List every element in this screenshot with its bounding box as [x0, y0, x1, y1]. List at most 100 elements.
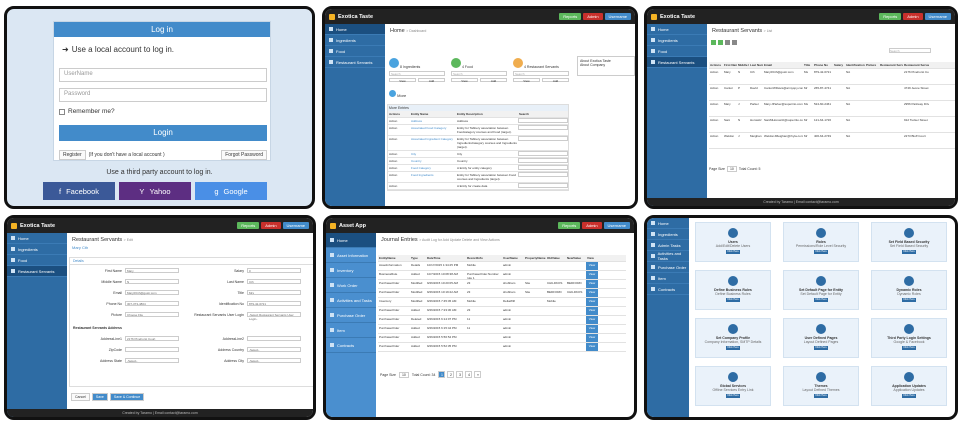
user-button[interactable]: Username	[603, 222, 630, 229]
sidebar-item-home[interactable]: Home	[325, 24, 385, 35]
column-header[interactable]: Middle Name	[737, 62, 749, 68]
column-header[interactable]: Restaurant Servants User Login	[879, 62, 903, 68]
action-button[interactable]: Action	[709, 101, 723, 116]
reports-button[interactable]: Reports	[237, 222, 260, 229]
row-search-input[interactable]	[518, 158, 568, 163]
sidebar-item[interactable]: Item	[326, 323, 376, 338]
page-button[interactable]: 2	[447, 371, 455, 378]
save-button[interactable]: Save	[91, 393, 108, 401]
entity-name[interactable]: Address	[410, 118, 456, 124]
action-button[interactable]: Action	[388, 183, 410, 189]
field-input[interactable]: 0	[247, 268, 301, 273]
field-input[interactable]: 879-42-6721	[247, 301, 301, 306]
column-header[interactable]: Salary	[833, 62, 845, 68]
field-input[interactable]: 307-373-4804	[125, 301, 179, 306]
import-icon[interactable]	[732, 40, 737, 45]
sidebar-item-home[interactable]: Home	[647, 24, 707, 35]
row-search-input[interactable]	[518, 183, 568, 188]
brand[interactable]: Exotica Taste	[325, 13, 373, 20]
page-button[interactable]: 3	[456, 371, 464, 378]
login-button[interactable]: Login	[59, 125, 267, 141]
click-here-button[interactable]: Click Here	[902, 250, 916, 254]
about-link[interactable]: About Company	[580, 63, 632, 67]
servants-view-button[interactable]: View	[513, 78, 540, 83]
ingredients-view-button[interactable]: View	[389, 78, 416, 83]
entity-name[interactable]: Country	[410, 158, 456, 164]
password-input[interactable]: Password	[59, 88, 267, 102]
sidebar-item-food[interactable]: Food	[7, 255, 67, 266]
action-button[interactable]: Action	[709, 133, 723, 148]
click-here-button[interactable]: Click Here	[814, 346, 828, 350]
google-button[interactable]: g Google	[195, 182, 267, 200]
sidebar-item[interactable]: Purchase Order	[647, 262, 689, 273]
click-here-button[interactable]: Click Here	[814, 298, 828, 302]
admin-button[interactable]: Admin	[903, 13, 923, 20]
row-search-input[interactable]	[518, 165, 568, 170]
view-button[interactable]: View	[586, 316, 598, 324]
field-input[interactable]: -Select-	[125, 358, 179, 363]
view-button[interactable]: View	[586, 334, 598, 342]
click-here-button[interactable]: Click Here	[726, 298, 740, 302]
column-header[interactable]: Restaurant Servants Address	[903, 62, 929, 68]
sidebar-item-food[interactable]: Food	[647, 46, 707, 57]
field-input[interactable]: Mary	[125, 268, 179, 273]
column-header[interactable]: NewValue	[566, 255, 586, 261]
entity-name[interactable]: City	[410, 151, 456, 157]
yahoo-button[interactable]: Y Yahoo	[119, 182, 191, 200]
admin-button[interactable]: Admin	[261, 222, 281, 229]
column-header[interactable]: First Name	[723, 62, 737, 68]
sidebar-item[interactable]: Contracts	[326, 338, 376, 353]
view-button[interactable]: View	[586, 325, 598, 333]
row-search-input[interactable]	[518, 172, 568, 177]
page-button[interactable]: 4	[465, 371, 473, 378]
field-input[interactable]	[125, 347, 179, 352]
action-button[interactable]: Action	[388, 165, 410, 171]
column-header[interactable]: View	[586, 255, 598, 261]
add-icon[interactable]	[711, 40, 716, 45]
click-here-button[interactable]: Click Here	[726, 394, 740, 398]
view-button[interactable]: View	[586, 289, 598, 297]
view-button[interactable]: View	[586, 307, 598, 315]
column-header[interactable]: UserName	[502, 255, 524, 261]
sidebar-item[interactable]: Contracts	[647, 284, 689, 295]
user-button[interactable]: Username	[282, 222, 309, 229]
action-button[interactable]: Action	[388, 118, 410, 124]
view-button[interactable]: View	[586, 343, 598, 351]
column-header[interactable]: Email	[763, 62, 803, 68]
view-button[interactable]: View	[586, 280, 598, 288]
view-button[interactable]: View	[586, 298, 598, 306]
user-button[interactable]: Username	[924, 13, 951, 20]
field-input[interactable]: -Select-	[247, 358, 301, 363]
action-button[interactable]: Action	[388, 158, 410, 164]
entity-name[interactable]	[410, 183, 456, 189]
brand[interactable]: Exotica Taste	[7, 222, 55, 229]
field-input[interactable]: N	[125, 279, 179, 284]
sidebar-item[interactable]: Activities and Tasks	[326, 293, 376, 308]
refresh-icon[interactable]	[718, 40, 723, 45]
entity-name[interactable]: Food Category	[410, 165, 456, 171]
page-button[interactable]: 1	[438, 371, 446, 378]
list-search-input[interactable]: Search	[889, 48, 931, 53]
sidebar-item[interactable]: Ingredients	[647, 229, 689, 240]
action-button[interactable]: Action	[709, 117, 723, 132]
facebook-button[interactable]: f Facebook	[43, 182, 115, 200]
sidebar-item[interactable]: Inventory	[326, 263, 376, 278]
field-input[interactable]: 2176 Pinehurst Court	[125, 336, 179, 341]
username-input[interactable]: UserName	[59, 68, 267, 82]
brand[interactable]: Exotica Taste	[647, 13, 695, 20]
field-input[interactable]	[247, 336, 301, 341]
column-header[interactable]: EntityName	[378, 255, 410, 261]
admin-button[interactable]: Admin	[582, 222, 602, 229]
servants-add-button[interactable]: Add	[542, 78, 569, 83]
click-here-button[interactable]: Click Here	[726, 346, 740, 350]
sidebar-item-servants[interactable]: Restaurant Servants	[325, 57, 385, 68]
sidebar-item[interactable]: Activities and Tasks	[647, 251, 689, 262]
brand[interactable]: Asset App	[326, 222, 366, 229]
page-size-select[interactable]: 10	[726, 166, 737, 172]
food-add-button[interactable]: Add	[480, 78, 507, 83]
click-here-button[interactable]: Click Here	[902, 346, 916, 350]
click-here-button[interactable]: Click Here	[814, 250, 828, 254]
row-search-input[interactable]	[518, 125, 568, 130]
row-search-input[interactable]	[518, 136, 568, 141]
sidebar-item-home[interactable]: Home	[7, 233, 67, 244]
